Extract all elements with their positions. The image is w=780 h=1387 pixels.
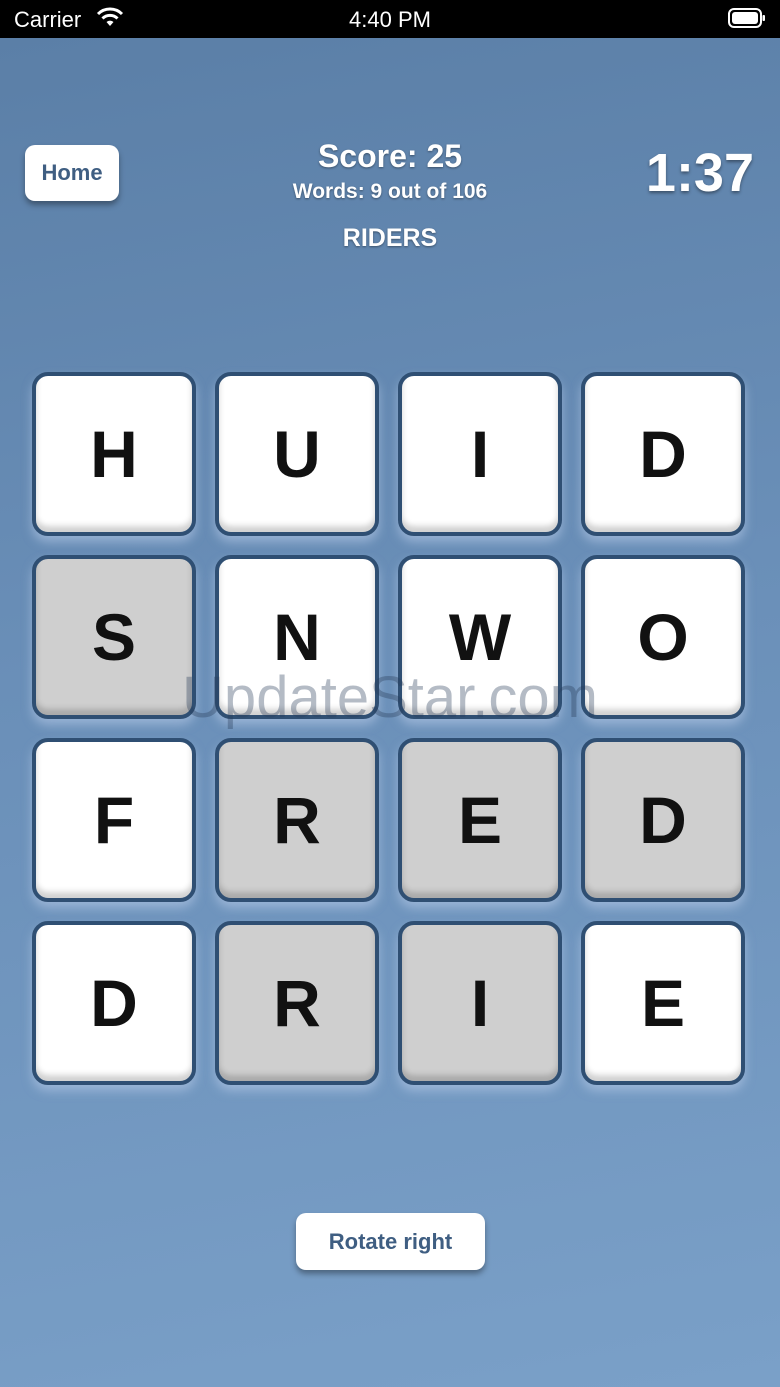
letter-tile[interactable]: D xyxy=(32,921,196,1085)
letter-tile[interactable]: H xyxy=(32,372,196,536)
letter-tile[interactable]: R xyxy=(215,921,379,1085)
letter-tile[interactable]: D xyxy=(581,738,745,902)
countdown-timer: 1:37 xyxy=(645,143,754,203)
letter-tile[interactable]: S xyxy=(32,555,196,719)
rotate-right-button[interactable]: Rotate right xyxy=(296,1213,485,1270)
letter-tile[interactable]: R xyxy=(215,738,379,902)
battery-icon xyxy=(728,8,766,28)
letter-tile[interactable]: O xyxy=(581,555,745,719)
letter-board: H U I D S N W O F R E D D R I E xyxy=(32,372,750,1090)
letter-tile[interactable]: E xyxy=(581,921,745,1085)
letter-tile[interactable]: W xyxy=(398,555,562,719)
letter-tile[interactable]: E xyxy=(398,738,562,902)
letter-tile[interactable]: F xyxy=(32,738,196,902)
letter-tile[interactable]: D xyxy=(581,372,745,536)
letter-tile[interactable]: U xyxy=(215,372,379,536)
status-bar: Carrier 4:40 PM xyxy=(0,0,780,38)
status-time: 4:40 PM xyxy=(349,7,431,32)
letter-tile[interactable]: I xyxy=(398,372,562,536)
letter-tile[interactable]: N xyxy=(215,555,379,719)
current-word: RIDERS xyxy=(342,224,438,252)
letter-tile[interactable]: I xyxy=(398,921,562,1085)
